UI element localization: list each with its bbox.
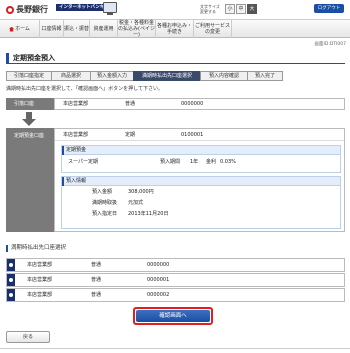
nav-transfer[interactable]: 振込・振替: [64, 20, 90, 38]
maturity-value: 元加式: [128, 200, 144, 206]
computer-icon: [103, 2, 117, 15]
dest-type: 普通: [91, 262, 102, 268]
amount-label: 預入金額: [92, 189, 113, 195]
footer-divider: [0, 348, 350, 349]
nav-applications[interactable]: 各種お申込み・手続き: [156, 20, 194, 38]
amount-value: 308,000円: [128, 189, 154, 195]
confirm-button[interactable]: 確認画面へ: [133, 307, 213, 325]
nav-account-info[interactable]: 口座情報: [40, 20, 64, 38]
logout-button[interactable]: ログアウト: [314, 4, 344, 13]
dest-number: 0000002: [147, 292, 170, 298]
down-arrow-icon: [22, 112, 36, 126]
dest-type: 普通: [91, 277, 102, 283]
period-value: 1年: [190, 159, 199, 165]
debit-type: 普通: [125, 101, 136, 107]
screen-id: 画面ID:DTI007: [314, 42, 346, 47]
progress-steps: 引落口座指定 商品選択 預入金額入力 満期時払出先口座選択 預入内容確認 預入完…: [6, 71, 345, 81]
dest-number: 0000001: [147, 277, 170, 283]
back-button[interactable]: 戻る: [6, 331, 50, 343]
step-product-select: 商品選択: [51, 71, 91, 81]
font-small-button[interactable]: 小: [225, 4, 235, 14]
debit-account-row: 本店営業部 普通 0000000: [54, 98, 345, 110]
credit-label: 定期預金口座: [6, 128, 54, 232]
debit-number: 0000000: [181, 101, 204, 107]
step-complete: 預入完了: [247, 71, 283, 81]
dest-branch: 本店営業部: [27, 277, 53, 283]
deposit-info-title: 預入情報: [62, 177, 340, 186]
date-value: 2013年11月20日: [128, 211, 169, 217]
period-label: 預入期間: [160, 159, 181, 165]
nav-asset-management[interactable]: 資産運用: [90, 20, 118, 38]
step-debit-account: 引落口座指定: [6, 71, 52, 81]
font-size-label: 文字サイズ 変更する: [200, 4, 220, 14]
font-large-button[interactable]: 大: [247, 4, 257, 14]
radio-icon[interactable]: [7, 274, 15, 286]
deposit-product-body: スーパー定期 預入期間 1年 金利 0.03%: [62, 155, 340, 172]
bank-name: 長野銀行: [16, 5, 48, 14]
rate-value: 0.03%: [220, 159, 236, 165]
dest-branch: 本店営業部: [27, 292, 53, 298]
rate-label: 金利: [206, 159, 217, 165]
maturity-label: 満期時取扱: [92, 200, 118, 206]
dest-type: 普通: [91, 292, 102, 298]
destination-account-row[interactable]: 本店営業部 普通 0000001: [6, 273, 345, 287]
deposit-product-section: 定期預金 スーパー定期 預入期間 1年 金利 0.03%: [61, 145, 341, 173]
font-medium-button[interactable]: 中: [236, 4, 246, 14]
credit-number: 0100001: [181, 132, 204, 138]
global-nav: ホーム 口座情報 振込・振替 資産運用 税金・各種料金の払込み(ペイジー) 各種…: [0, 20, 350, 38]
nav-payeasy[interactable]: 税金・各種料金の払込み(ペイジー): [118, 20, 156, 38]
home-icon: [9, 26, 15, 32]
nav-service-change[interactable]: ご利用サービスの変更: [194, 20, 232, 38]
product-name: スーパー定期: [68, 159, 98, 165]
nav-home-label: ホーム: [15, 26, 30, 32]
credit-account-row: 本店営業部 定期 0100001: [55, 129, 344, 141]
debit-branch: 本店営業部: [63, 101, 89, 107]
header: 長野銀行 インターネットバンキング 文字サイズ 変更する 小 中 大 ログアウト: [0, 0, 350, 20]
step-maturity-account: 満期時払出先口座選択: [133, 71, 201, 81]
instruction-text: 満期時払出先口座を選択して、「確認画面へ」ボタンを押して下さい。: [6, 86, 163, 92]
nav-home[interactable]: ホーム: [0, 20, 40, 38]
step-confirm: 預入内容確認: [200, 71, 248, 81]
credit-branch: 本店営業部: [63, 132, 89, 138]
destination-account-row[interactable]: 本店営業部 普通 0000002: [6, 288, 345, 302]
deposit-info-body: 預入金額 308,000円 満期時取扱 元加式 預入指定日 2013年11月20…: [62, 186, 340, 228]
destination-section-title: 満期時払出先口座選択: [6, 245, 345, 252]
page-title: 定期預金預入: [6, 53, 345, 64]
destination-account-row[interactable]: 本店営業部 普通 0000000: [6, 258, 345, 272]
step-amount-input: 預入金額入力: [90, 71, 134, 81]
time-deposit-account-box: 本店営業部 定期 0100001 定期預金 スーパー定期 預入期間 1年 金利 …: [54, 128, 345, 232]
credit-type: 定期: [125, 132, 136, 138]
bank-logo[interactable]: 長野銀行: [6, 4, 48, 15]
dest-branch: 本店営業部: [27, 262, 53, 268]
confirm-button-label: 確認画面へ: [136, 310, 210, 322]
radio-icon[interactable]: [7, 289, 15, 301]
deposit-product-title: 定期預金: [62, 146, 340, 155]
deposit-info-section: 預入情報 預入金額 308,000円 満期時取扱 元加式 預入指定日 2013年…: [61, 176, 341, 229]
debit-label: 引落口座: [6, 98, 54, 110]
radio-icon[interactable]: [7, 259, 15, 271]
bank-logo-icon: [6, 5, 14, 14]
dest-number: 0000000: [147, 262, 170, 268]
date-label: 預入指定日: [92, 211, 118, 217]
